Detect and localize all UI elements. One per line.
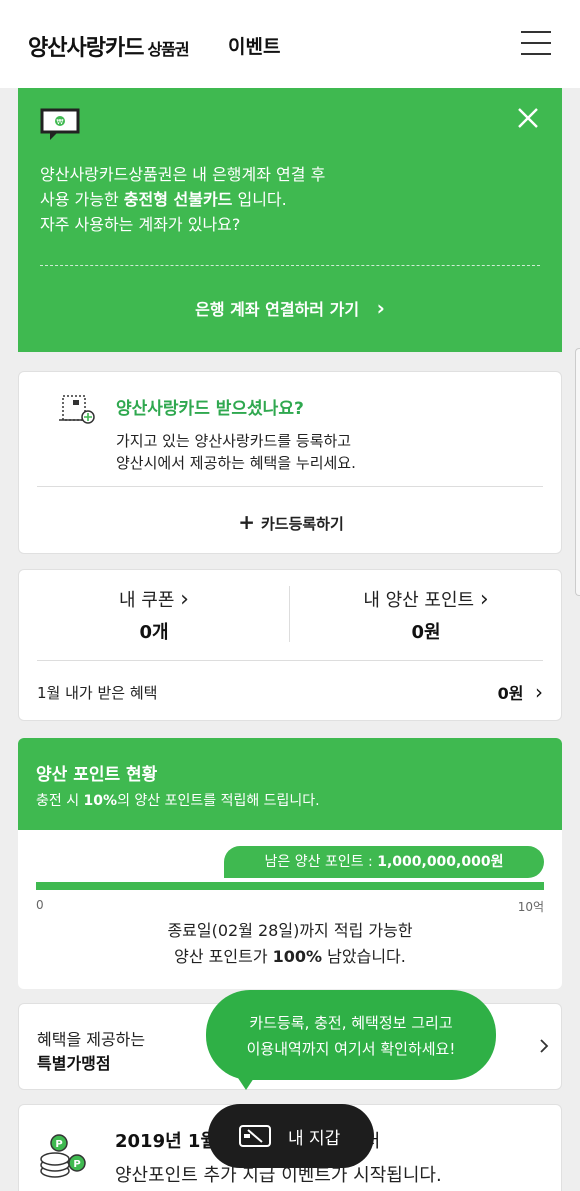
progress-min-label: 0 [36,898,44,912]
point-balance: 0원 [411,622,441,643]
app-header: 양산사랑카드 상품권 이벤트 [0,0,580,88]
my-point-link[interactable]: 내 양산 포인트 › 0원 [291,586,561,644]
point-status-panel: 양산 포인트 현황 충전 시 10%의 양산 포인트를 적립해 드립니다. 남은… [18,738,562,989]
coupon-count: 0개 [139,622,169,643]
chevron-right-icon: › [479,587,489,612]
divider [37,660,543,661]
logo-main-text: 양산사랑카드 [28,36,144,61]
chevron-right-icon: › [535,680,543,704]
card-add-icon [59,392,99,432]
monthly-benefit-label: 1월 내가 받은 혜택 [37,684,158,702]
point-status-title: 양산 포인트 현황 [36,765,158,785]
benefit-summary-panel: 내 쿠폰 › 0개 내 양산 포인트 › 0원 1월 내가 받은 혜택 0원 › [18,569,562,721]
monthly-benefit-link[interactable]: 0원 › [498,680,543,704]
point-status-subtitle: 충전 시 10%의 양산 포인트를 적립해 드립니다. [36,793,320,809]
close-icon[interactable] [514,104,542,132]
point-status-description: 종료일(02월 28일)까지 적립 가능한 양산 포인트가 100% 남았습니다… [167,921,413,966]
point-status-header: 양산 포인트 현황 충전 시 10%의 양산 포인트를 적립해 드립니다. [18,738,562,830]
register-description: 가지고 있는 양산사랑카드를 등록하고 양산시에서 제공하는 혜택을 누리세요. [116,432,356,472]
wallet-card-icon [238,1124,272,1152]
notice-message: 양산사랑카드상품권은 내 은행계좌 연결 후 사용 가능한 충전형 선불카드 입… [40,162,325,237]
point-progress-fill [36,882,544,890]
logo-sub-text: 상품권 [147,40,189,59]
notice-line-1: 양산사랑카드상품권은 내 은행계좌 연결 후 [40,165,326,184]
bank-link-notice: ₩ 양산사랑카드상품권은 내 은행계좌 연결 후 사용 가능한 충전형 선불카드… [18,88,562,352]
notice-line-2: 사용 가능한 충전형 선불카드 입니다. [40,190,287,209]
nav-event-link[interactable]: 이벤트 [228,32,280,59]
store-label-line-2: 특별가맹점 [37,1054,111,1073]
app-logo[interactable]: 양산사랑카드 상품권 [28,30,190,62]
coins-icon: P P [39,1129,95,1185]
my-coupon-link[interactable]: 내 쿠폰 › 0개 [19,586,289,644]
bank-link-button[interactable]: 은행 계좌 연결하러 가기 › [18,296,562,320]
plus-icon: + [238,510,255,534]
speech-bubble-icon: ₩ [40,108,82,146]
store-label-line-1: 혜택을 제공하는 [37,1030,146,1049]
chevron-right-icon: › [180,587,189,612]
register-card-button[interactable]: + 카드등록하기 [19,510,563,534]
svg-text:P: P [73,1159,80,1170]
progress-max-label: 10억 [517,900,544,914]
wallet-tooltip: 카드등록, 충전, 혜택정보 그리고 이용내역까지 여기서 확인하세요! [206,990,496,1080]
notice-line-3: 자주 사용하는 계좌가 있나요? [40,215,241,234]
edge-scroll-handle[interactable] [575,348,580,596]
dashed-divider [40,265,540,266]
chevron-right-icon: › [376,296,385,320]
remaining-point-badge: 남은 양산 포인트 : 1,000,000,000원 [224,846,544,878]
menu-icon[interactable] [521,30,551,56]
chevron-right-icon [539,1038,549,1058]
divider [289,586,290,642]
card-register-panel: 양산사랑카드 받으셨나요? 가지고 있는 양산사랑카드를 등록하고 양산시에서 … [18,371,562,554]
wallet-label: 내 지갑 [288,1129,341,1149]
my-wallet-button[interactable]: 내 지갑 [208,1104,374,1168]
register-title: 양산사랑카드 받으셨나요? [116,399,304,419]
monthly-benefit-value: 0원 [497,684,524,703]
svg-text:P: P [55,1139,62,1150]
svg-text:₩: ₩ [57,118,64,126]
divider [37,486,543,487]
tooltip-tail [234,1072,258,1090]
point-progress-track [36,882,544,890]
